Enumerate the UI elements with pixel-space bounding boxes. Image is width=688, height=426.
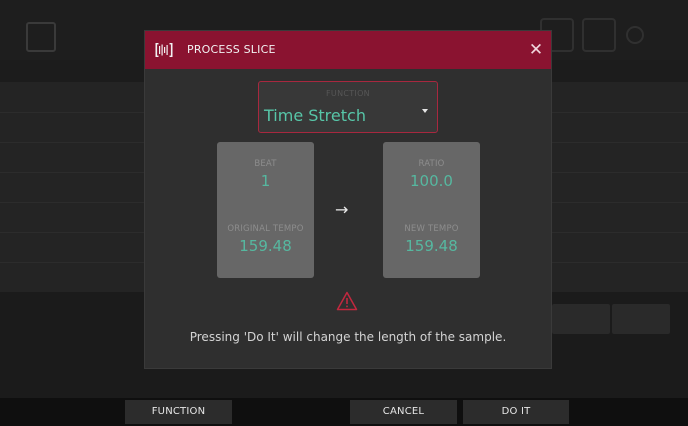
footer-bar: FUNCTION CANCEL DO IT [0, 398, 688, 426]
ratio-label: RATIO [418, 159, 445, 169]
ratio-value[interactable]: 100.0 [383, 172, 480, 190]
beat-label: BEAT [254, 159, 277, 169]
original-values-panel: BEAT 1 ORIGINAL TEMPO 159.48 [217, 142, 314, 278]
waveform-icon [155, 43, 173, 57]
do-it-button[interactable]: DO IT [463, 400, 569, 424]
beat-value[interactable]: 1 [217, 172, 314, 190]
function-label: FUNCTION [326, 89, 370, 98]
new-values-panel: RATIO 100.0 NEW TEMPO 159.48 [383, 142, 480, 278]
background-zoom-icon [582, 18, 616, 52]
cancel-button[interactable]: CANCEL [350, 400, 457, 424]
original-tempo-value[interactable]: 159.48 [217, 237, 314, 255]
new-tempo-label: NEW TEMPO [404, 224, 459, 234]
background-menu-icon [26, 22, 56, 52]
warning-message: Pressing 'Do It' will change the length … [189, 330, 507, 344]
dropdown-caret-icon [422, 109, 428, 113]
new-tempo-value[interactable]: 159.48 [383, 237, 480, 255]
arrow-right-icon: → [335, 200, 349, 219]
background-settings-icon [626, 26, 644, 44]
process-slice-dialog: PROCESS SLICE ✕ FUNCTION Time Stretch BE… [145, 31, 551, 368]
original-tempo-label: ORIGINAL TEMPO [227, 224, 304, 234]
warning-icon [336, 291, 358, 311]
background-button [612, 304, 670, 334]
function-button[interactable]: FUNCTION [125, 400, 232, 424]
function-select[interactable]: FUNCTION Time Stretch [258, 81, 438, 133]
function-value: Time Stretch [264, 106, 366, 125]
close-icon[interactable]: ✕ [526, 40, 546, 60]
background-button [552, 304, 610, 334]
dialog-title: PROCESS SLICE [187, 43, 276, 56]
dialog-header: PROCESS SLICE ✕ [145, 31, 551, 69]
